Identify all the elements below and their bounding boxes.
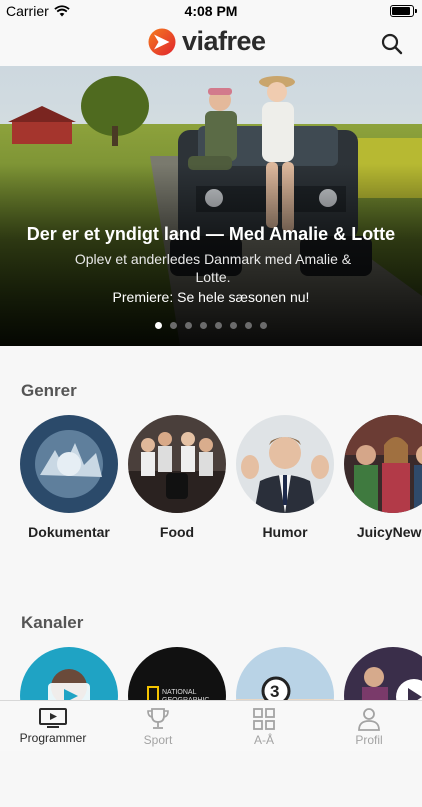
battery-icon	[390, 5, 417, 17]
search-icon[interactable]	[380, 32, 404, 56]
tab-profil[interactable]: Profil	[319, 701, 419, 751]
tab-label: Profil	[355, 733, 383, 747]
carousel-dot[interactable]	[215, 322, 222, 329]
genre-item-food[interactable]: Food	[122, 415, 232, 540]
genres-row[interactable]: Dokumentar Food Humor JuicyNews	[0, 415, 422, 575]
viafree-play-logo-icon	[148, 28, 176, 55]
genre-label: Dokumentar	[28, 524, 110, 540]
genre-item-humor[interactable]: Humor	[230, 415, 340, 540]
carousel-dot[interactable]	[230, 322, 237, 329]
brand-wordmark: viafree	[182, 26, 266, 56]
genre-thumbnail	[236, 415, 334, 513]
genres-section-title: Genrer	[21, 381, 77, 400]
trophy-icon	[147, 708, 169, 729]
status-time: 4:08 PM	[184, 3, 238, 19]
tab-programmer[interactable]: Programmer	[3, 701, 103, 751]
hero-title: Der er et yndigt land — Med Amalie & Lot…	[26, 224, 396, 244]
genre-item-juicynews[interactable]: JuicyNews	[338, 415, 422, 540]
hero-description: Oplev et anderledes Danmark med Amalie &…	[74, 251, 352, 285]
grid-icon	[253, 708, 275, 730]
svg-text:3: 3	[270, 682, 279, 701]
genre-thumbnail	[128, 415, 226, 513]
hero-cta-text: Premiere: Se hele sæsonen nu!	[112, 289, 310, 305]
svg-text:NATIONAL: NATIONAL	[162, 689, 197, 696]
person-icon	[358, 708, 380, 731]
genre-label: Food	[159, 524, 195, 540]
carousel-dot[interactable]	[170, 322, 177, 329]
carousel-dot[interactable]	[155, 322, 162, 329]
tv-play-icon	[39, 708, 67, 728]
tab-sport[interactable]: Sport	[108, 701, 208, 751]
genre-label: Humor	[262, 524, 308, 540]
hero-carousel[interactable]: Der er et yndigt land — Med Amalie & Lot…	[0, 66, 422, 346]
tab-a-aa[interactable]: A-Å	[214, 701, 314, 751]
carousel-pagination[interactable]	[0, 322, 422, 329]
carousel-dot[interactable]	[245, 322, 252, 329]
tab-label: A-Å	[253, 733, 274, 747]
bottom-tab-bar: Programmer Sport A-Å Profil	[0, 700, 422, 751]
tab-label: Programmer	[19, 731, 87, 745]
carousel-dot[interactable]	[260, 322, 267, 329]
tab-label: Sport	[143, 733, 173, 747]
genre-thumbnail	[20, 415, 118, 513]
genre-item-dokumentar[interactable]: Dokumentar	[14, 415, 124, 540]
genre-thumbnail	[344, 415, 422, 513]
channels-section-title: Kanaler	[21, 613, 84, 632]
genre-label: JuicyNews	[356, 524, 422, 540]
status-bar: Carrier 4:08 PM	[0, 0, 422, 22]
viafree-logo[interactable]: viafree	[148, 26, 266, 57]
carousel-dot[interactable]	[200, 322, 207, 329]
carousel-dot[interactable]	[185, 322, 192, 329]
app-header: viafree	[0, 22, 422, 67]
